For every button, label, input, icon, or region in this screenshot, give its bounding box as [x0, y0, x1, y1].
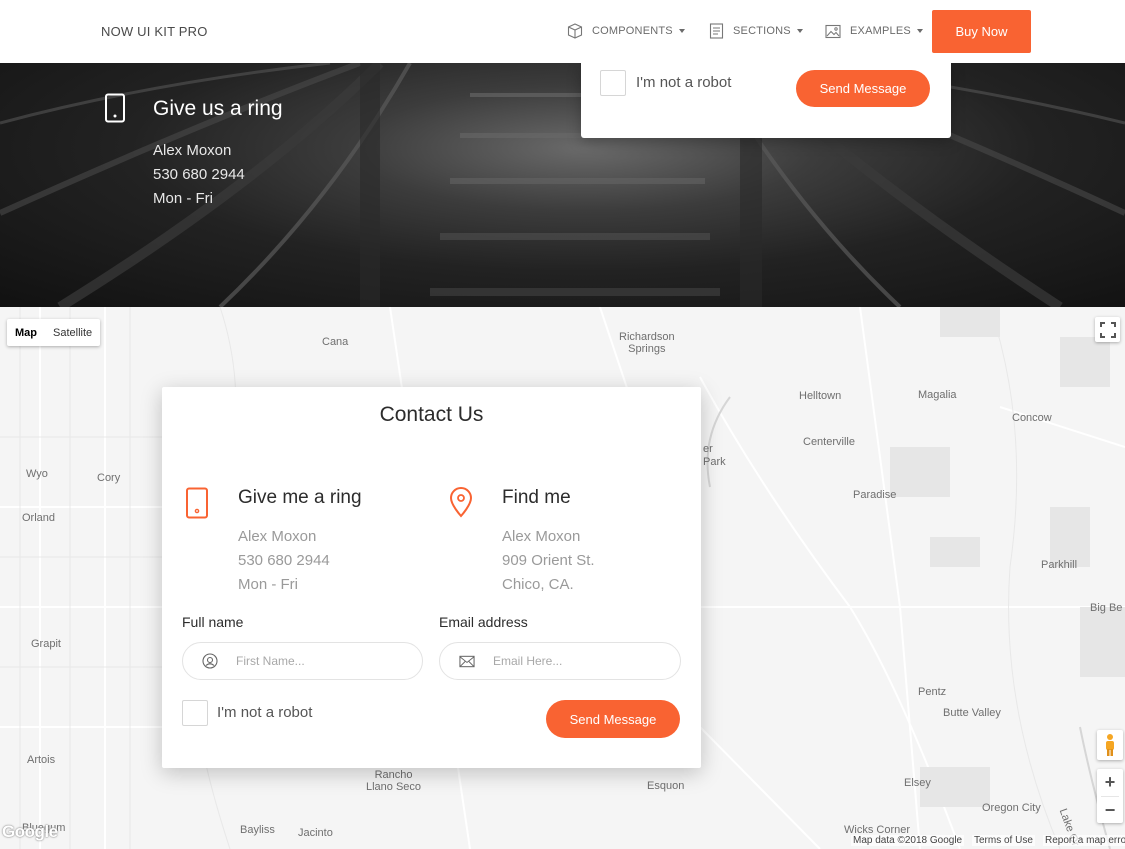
map-label-concow: Concow [1012, 412, 1052, 424]
ring-contact-hours: Mon - Fri [238, 576, 298, 593]
map-label-big-bend: Big Be [1090, 602, 1123, 614]
buy-now-button[interactable]: Buy Now [932, 10, 1031, 53]
map-label-cana: Cana [322, 336, 349, 348]
map-label-esquon: Esquon [647, 780, 685, 792]
contact-us-card: Contact Us Give me a ring Alex Moxon 530… [162, 387, 701, 768]
email-input[interactable] [493, 654, 643, 668]
map-label-er: er [703, 443, 713, 455]
map-label-elsey: Elsey [904, 777, 931, 789]
top-contact-form-card: I'm not a robot Send Message [581, 63, 951, 138]
first-name-input[interactable] [236, 654, 386, 668]
map-type-control: Map Satellite [7, 319, 101, 346]
nav-sections-label: SECTIONS [733, 25, 791, 37]
pegman-icon [1106, 734, 1114, 756]
zoom-in-button[interactable]: + [1105, 769, 1116, 796]
map-label-grapit: Grapit [31, 638, 61, 650]
chevron-down-icon [916, 29, 923, 33]
map-label-oregon-city: Oregon City [982, 802, 1041, 814]
map-label-orland: Orland [22, 512, 56, 524]
map-label-rancho-llano-seco: Rancho Llano Seco [366, 769, 422, 793]
map-label-helltown: Helltown [799, 390, 842, 402]
recaptcha-checkbox[interactable] [600, 70, 626, 96]
map-label-jacinto: Jacinto [298, 827, 333, 839]
user-circle-icon [202, 653, 218, 669]
nav-components-label: COMPONENTS [592, 25, 673, 37]
send-message-button[interactable]: Send Message [546, 700, 680, 738]
hero-section: Give us a ring Alex Moxon 530 680 2944 M… [0, 63, 1125, 307]
report-map-error-link[interactable]: Report a map erro [1043, 835, 1125, 846]
box-icon [567, 23, 583, 39]
hero-contact-name: Alex Moxon [153, 142, 232, 159]
image-icon [825, 24, 841, 38]
mobile-phone-icon [186, 487, 208, 519]
map-label-bayliss: Bayliss [240, 824, 275, 836]
find-address-street: 909 Orient St. [502, 552, 595, 569]
navbar: NOW UI KIT PRO COMPONENTS SECTIONS EXAMP… [0, 0, 1125, 63]
card-title: Contact Us [379, 403, 484, 426]
recaptcha-checkbox[interactable] [182, 700, 208, 726]
find-address-city: Chico, CA. [502, 576, 574, 593]
zoom-out-button[interactable]: − [1105, 797, 1116, 823]
map-label-park: Park [703, 456, 726, 468]
full-name-label: Full name [182, 614, 244, 630]
find-title: Find me [502, 487, 571, 508]
map-pin-icon [449, 487, 473, 518]
map-label-artois: Artois [27, 754, 56, 766]
map-label-pentz: Pentz [918, 686, 947, 698]
map-label-parkhill: Parkhill [1041, 559, 1078, 571]
nav-examples-dropdown[interactable]: EXAMPLES [825, 21, 923, 41]
email-field[interactable] [439, 642, 681, 680]
nav-components-dropdown[interactable]: COMPONENTS [567, 21, 685, 41]
fullscreen-button[interactable] [1095, 317, 1120, 342]
recaptcha-label: I'm not a robot [217, 704, 313, 721]
terms-of-use-link[interactable]: Terms of Use [972, 835, 1035, 846]
map-label-paradise: Paradise [853, 489, 897, 501]
nav-examples-label: EXAMPLES [850, 25, 911, 37]
full-name-field[interactable] [182, 642, 423, 680]
envelope-icon [459, 653, 475, 669]
hero-title: Give us a ring [153, 97, 283, 120]
map-label-butte-valley: Butte Valley [943, 707, 1001, 719]
map-type-satellite-button[interactable]: Satellite [45, 319, 100, 346]
map-type-map-button[interactable]: Map [7, 319, 45, 346]
street-view-pegman-button[interactable] [1097, 730, 1123, 760]
recaptcha-label: I'm not a robot [636, 74, 732, 91]
find-contact-name: Alex Moxon [502, 528, 581, 545]
fullscreen-icon [1099, 321, 1116, 338]
map-label-richardson-springs: Richardson Springs [619, 331, 675, 355]
ring-title: Give me a ring [238, 487, 362, 508]
chevron-down-icon [796, 29, 803, 33]
map-label-centerville: Centerville [803, 436, 855, 448]
map-data-attribution: Map data ©2018 Google [851, 835, 965, 846]
map-label-cory: Cory [97, 472, 121, 484]
ring-contact-name: Alex Moxon [238, 528, 317, 545]
hero-contact-hours: Mon - Fri [153, 190, 213, 207]
brand-link[interactable]: NOW UI KIT PRO [101, 24, 208, 39]
ring-contact-phone: 530 680 2944 [238, 552, 330, 569]
send-message-button[interactable]: Send Message [796, 70, 930, 107]
zoom-control: + − [1097, 769, 1123, 823]
document-icon [709, 23, 724, 39]
nav-sections-dropdown[interactable]: SECTIONS [709, 21, 803, 41]
map-label-magalia: Magalia [918, 389, 957, 401]
google-logo[interactable]: Google [2, 822, 58, 842]
email-address-label: Email address [439, 614, 528, 630]
hero-contact-phone: 530 680 2944 [153, 166, 245, 183]
mobile-phone-icon [105, 93, 125, 123]
chevron-down-icon [678, 29, 685, 33]
map-label-wyo: Wyo [26, 468, 48, 480]
